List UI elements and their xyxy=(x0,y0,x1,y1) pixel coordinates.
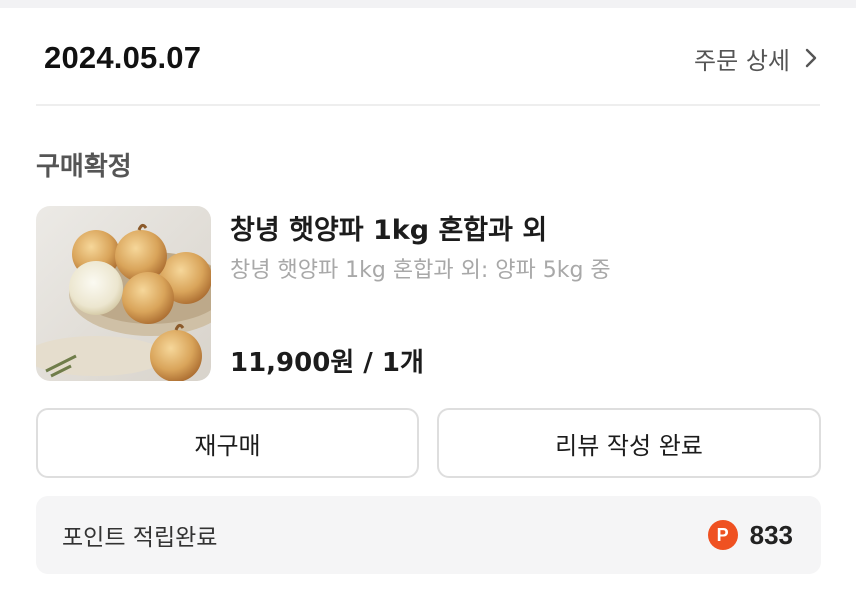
order-header: 2024.05.07 주문 상세 xyxy=(44,38,820,78)
chevron-right-icon xyxy=(805,48,817,68)
points-summary: 포인트 적립완료 P 833 xyxy=(36,496,821,574)
product-option: 창녕 햇양파 1kg 혼합과 외: 양파 5kg 중 xyxy=(230,258,611,283)
order-date: 2024.05.07 xyxy=(44,40,202,75)
top-separator xyxy=(0,0,856,8)
order-status: 구매확정 xyxy=(36,152,132,182)
points-label: 포인트 적립완료 xyxy=(62,525,218,551)
product-price: 11,900원 / 1개 xyxy=(230,348,424,378)
product-thumbnail[interactable] xyxy=(36,206,211,381)
divider xyxy=(36,104,820,106)
order-detail-link[interactable]: 주문 상세 xyxy=(694,41,820,76)
point-icon: P xyxy=(707,520,738,550)
order-detail-label: 주문 상세 xyxy=(694,46,790,75)
points-value: 833 xyxy=(749,519,793,550)
onion-image xyxy=(36,206,211,381)
points-amount: P 833 xyxy=(707,519,793,551)
review-complete-button[interactable]: 리뷰 작성 완료 xyxy=(437,408,821,478)
product-title[interactable]: 창녕 햇양파 1kg 혼합과 외 xyxy=(230,208,547,247)
rebuy-button[interactable]: 재구매 xyxy=(36,408,419,478)
